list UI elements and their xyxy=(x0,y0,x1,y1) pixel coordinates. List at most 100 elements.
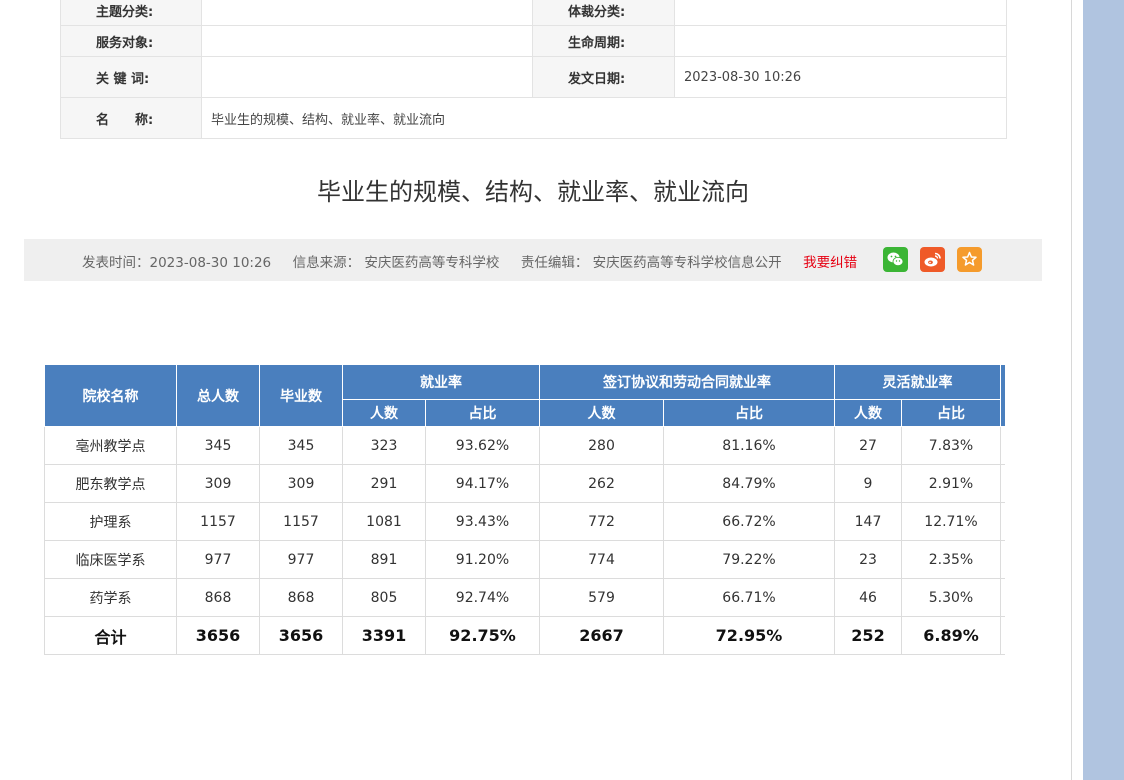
cell: 5.30% xyxy=(901,578,1001,617)
cell: 891 xyxy=(342,540,426,579)
name-label: 名 称: xyxy=(60,97,202,139)
cell: 91.20% xyxy=(425,540,540,579)
genre-value xyxy=(674,0,1007,26)
cell: 262 xyxy=(539,464,664,503)
cell: 805 xyxy=(342,578,426,617)
table-row: 亳州教学点 345 345 323 93.62% 280 81.16% 27 7… xyxy=(44,426,1005,465)
total-cell: 72.95% xyxy=(663,616,835,655)
lifecycle-value xyxy=(674,25,1007,57)
cell: 977 xyxy=(176,540,260,579)
cell: 93.62% xyxy=(425,426,540,465)
cut-cell xyxy=(1000,616,1005,655)
header-count: 人数 xyxy=(539,399,664,427)
total-cell: 3656 xyxy=(259,616,343,655)
date-value: 2023-08-30 10:26 xyxy=(674,56,1007,98)
cell: 肥东教学点 xyxy=(44,464,177,503)
cell: 345 xyxy=(259,426,343,465)
table-total-row: 合计 3656 3656 3391 92.75% 2667 72.95% 252… xyxy=(44,616,1005,655)
page-title: 毕业生的规模、结构、就业率、就业流向 xyxy=(317,178,749,206)
cell: 7.83% xyxy=(901,426,1001,465)
cell: 23 xyxy=(834,540,902,579)
header-employment-rate: 就业率 xyxy=(342,364,540,400)
cell: 护理系 xyxy=(44,502,177,541)
cell: 66.71% xyxy=(663,578,835,617)
cut-cell xyxy=(1000,502,1005,541)
cell: 772 xyxy=(539,502,664,541)
publish-time: 发表时间：2023-08-30 10:26 xyxy=(82,255,272,271)
cut-cell xyxy=(1000,540,1005,579)
table-row: 药学系 868 868 805 92.74% 579 66.71% 46 5.3… xyxy=(44,578,1005,617)
cell: 309 xyxy=(259,464,343,503)
cell: 1157 xyxy=(176,502,260,541)
keywords-label: 关 键 词: xyxy=(60,56,202,98)
favorite-star-icon[interactable] xyxy=(957,247,982,272)
cell: 1081 xyxy=(342,502,426,541)
header-contract-rate: 签订协议和劳动合同就业率 xyxy=(539,364,835,400)
header-cut-column xyxy=(1000,364,1005,427)
table-row: 护理系 1157 1157 1081 93.43% 772 66.72% 147… xyxy=(44,502,1005,541)
cut-cell xyxy=(1000,464,1005,503)
info-source: 信息来源： 安庆医药高等专科学校 xyxy=(292,255,500,271)
document-meta-table: 主题分类: 体裁分类: 服务对象: 生命周期: 关 键 词: 发文日期: 202… xyxy=(60,0,1007,139)
cell: 临床医学系 xyxy=(44,540,177,579)
name-value: 毕业生的规模、结构、就业率、就业流向 xyxy=(201,97,1007,139)
weibo-icon[interactable] xyxy=(920,247,945,272)
header-count: 人数 xyxy=(834,399,902,427)
date-label: 发文日期: xyxy=(532,56,675,98)
cell: 280 xyxy=(539,426,664,465)
cell: 66.72% xyxy=(663,502,835,541)
report-error-link[interactable]: 我要纠错 xyxy=(803,255,857,271)
table-row: 肥东教学点 309 309 291 94.17% 262 84.79% 9 2.… xyxy=(44,464,1005,503)
cell: 774 xyxy=(539,540,664,579)
header-school: 院校名称 xyxy=(44,364,177,427)
topic-value xyxy=(201,0,533,26)
page-divider-line xyxy=(1071,0,1072,780)
cell: 81.16% xyxy=(663,426,835,465)
total-cell: 92.75% xyxy=(425,616,540,655)
wechat-icon[interactable] xyxy=(883,247,908,272)
table-row: 临床医学系 977 977 891 91.20% 774 79.22% 23 2… xyxy=(44,540,1005,579)
cell: 147 xyxy=(834,502,902,541)
cell: 345 xyxy=(176,426,260,465)
cut-cell xyxy=(1000,426,1005,465)
audience-label: 服务对象: xyxy=(60,25,202,57)
header-ratio: 占比 xyxy=(425,399,540,427)
cell: 868 xyxy=(176,578,260,617)
audience-value xyxy=(201,25,533,57)
cell: 977 xyxy=(259,540,343,579)
cell: 12.71% xyxy=(901,502,1001,541)
cell: 2.35% xyxy=(901,540,1001,579)
header-count: 人数 xyxy=(342,399,426,427)
cell: 291 xyxy=(342,464,426,503)
cell: 93.43% xyxy=(425,502,540,541)
topic-label: 主题分类: xyxy=(60,0,202,26)
lifecycle-label: 生命周期: xyxy=(532,25,675,57)
article-info-bar: 发表时间：2023-08-30 10:26 信息来源： 安庆医药高等专科学校 责… xyxy=(24,239,1042,281)
employment-statistics-table: 院校名称 总人数 毕业数 就业率 签订协议和劳动合同就业率 灵活就业率 人数 占… xyxy=(44,364,1005,655)
total-cell: 2667 xyxy=(539,616,664,655)
header-ratio: 占比 xyxy=(901,399,1001,427)
cell: 309 xyxy=(176,464,260,503)
cell: 868 xyxy=(259,578,343,617)
scrollbar-track[interactable] xyxy=(1083,0,1124,780)
responsible-editor: 责任编辑： 安庆医药高等专科学校信息公开 xyxy=(520,255,782,271)
cell: 亳州教学点 xyxy=(44,426,177,465)
total-cell: 252 xyxy=(834,616,902,655)
header-graduates: 毕业数 xyxy=(259,364,343,427)
cell: 1157 xyxy=(259,502,343,541)
cell: 94.17% xyxy=(425,464,540,503)
cell: 79.22% xyxy=(663,540,835,579)
total-cell: 合计 xyxy=(44,616,177,655)
cut-cell xyxy=(1000,578,1005,617)
cell: 2.91% xyxy=(901,464,1001,503)
total-cell: 6.89% xyxy=(901,616,1001,655)
cell: 92.74% xyxy=(425,578,540,617)
total-cell: 3656 xyxy=(176,616,260,655)
cell: 药学系 xyxy=(44,578,177,617)
header-flexible-rate: 灵活就业率 xyxy=(834,364,1001,400)
cell: 46 xyxy=(834,578,902,617)
cell: 9 xyxy=(834,464,902,503)
cell: 579 xyxy=(539,578,664,617)
keywords-value xyxy=(201,56,533,98)
header-ratio: 占比 xyxy=(663,399,835,427)
